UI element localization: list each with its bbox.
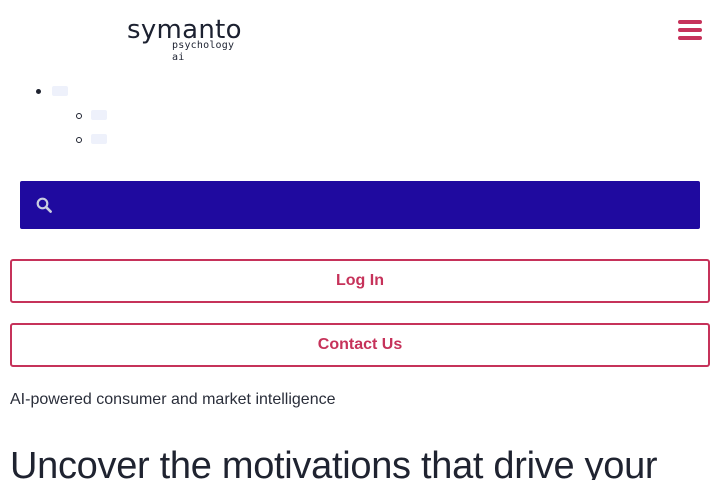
symanto-logo[interactable]: symanto psychology ai [127,16,242,63]
nav-item-link[interactable] [52,86,68,96]
nav-list-bullet [36,89,41,94]
nav-sublist-bullet [76,113,82,119]
menu-bar [678,36,702,40]
page: symanto psychology ai Log In Contact Us … [0,0,720,480]
login-button[interactable]: Log In [10,259,710,303]
menu-bar [678,28,702,32]
search-input[interactable] [68,181,688,229]
nav-menu-list [0,80,200,160]
search-bar [20,181,700,229]
nav-sublist-bullet [76,137,82,143]
hamburger-icon[interactable] [676,18,704,42]
menu-bar [678,20,702,24]
hero-tagline: AI-powered consumer and market intellige… [10,391,336,408]
nav-subitem-link[interactable] [91,134,107,144]
hero-headline: Uncover the motivations that drive your [10,445,658,480]
nav-subitem-link[interactable] [91,110,107,120]
logo-tagline: psychology ai [172,40,235,63]
contact-us-button[interactable]: Contact Us [10,323,710,367]
search-icon[interactable] [36,197,52,213]
